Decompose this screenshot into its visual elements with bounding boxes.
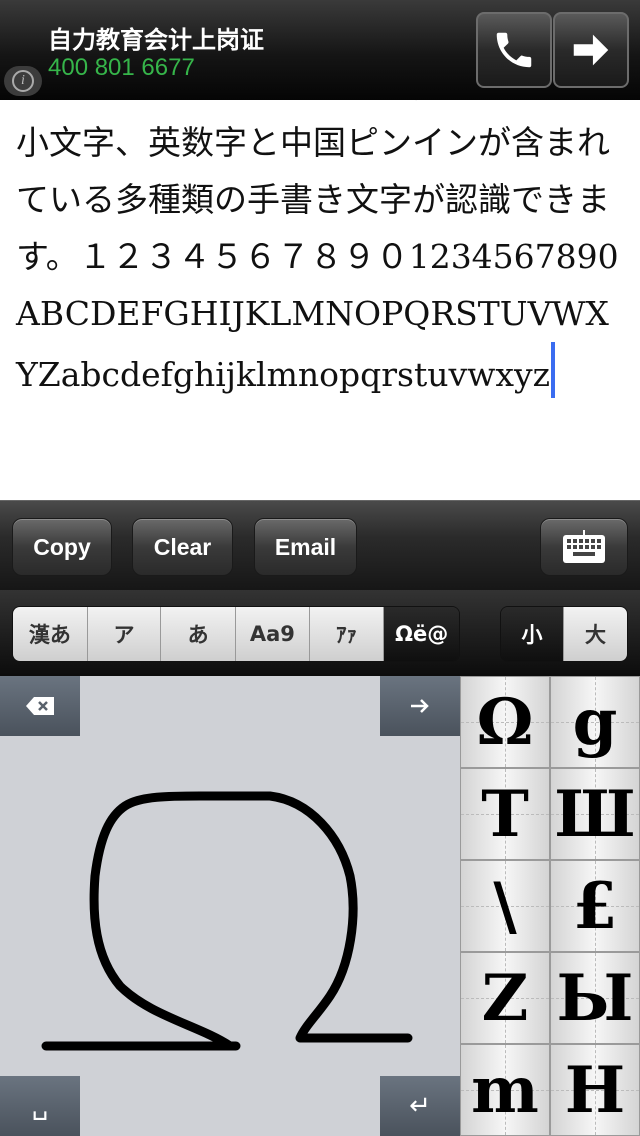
recognized-text[interactable]: 仮名、平仮名、片仮名、半角カタカナ、小文字、英数字と中国ピンインが含まれている多… <box>16 100 626 403</box>
candidate-cell[interactable]: Ш <box>550 768 640 860</box>
handwriting-pad[interactable]: ␣ ↵ <box>0 676 460 1136</box>
candidate-cell[interactable]: Z <box>460 952 550 1044</box>
email-button[interactable]: Email <box>254 518 357 576</box>
arrow-right-icon <box>573 34 609 66</box>
size-large[interactable]: 大 <box>564 607 627 661</box>
phone-icon <box>496 32 532 68</box>
mode-symbols[interactable]: Ωë@ <box>384 607 459 661</box>
mode-halfwidth-katakana[interactable]: ｱｧ <box>309 607 385 661</box>
size-selector: 小 大 <box>500 606 628 662</box>
mode-hiragana[interactable]: あ <box>161 607 237 661</box>
mode-kanji-hiragana[interactable]: 漢あ <box>13 607 88 661</box>
keyboard-button[interactable] <box>540 518 628 576</box>
action-toolbar: Copy Clear Email <box>0 500 640 590</box>
candidate-cell[interactable]: Ω <box>460 676 550 768</box>
call-button[interactable] <box>476 12 552 88</box>
candidate-cell[interactable]: Ы <box>550 952 640 1044</box>
input-mode-bar: 漢あ ア あ Aa9 ｱｧ Ωë@ 小 大 <box>0 590 640 676</box>
info-icon[interactable]: i <box>4 66 42 96</box>
candidate-list: Ω g T Ш \ £ Z Ы m H <box>460 676 640 1136</box>
keyboard-icon <box>563 530 605 563</box>
candidate-cell[interactable]: \ <box>460 860 550 952</box>
handwriting-stroke <box>41 791 413 1051</box>
candidate-cell[interactable]: m <box>460 1044 550 1136</box>
clear-button[interactable]: Clear <box>132 518 233 576</box>
candidate-cell[interactable]: H <box>550 1044 640 1136</box>
mode-alphanumeric[interactable]: Aa9 <box>236 607 310 661</box>
script-mode-selector: 漢あ ア あ Aa9 ｱｧ Ωë@ <box>12 606 460 662</box>
candidate-cell[interactable]: g <box>550 676 640 768</box>
text-editor[interactable]: 仮名、平仮名、片仮名、半角カタカナ、小文字、英数字と中国ピンインが含まれている多… <box>0 100 640 500</box>
ad-phone-number: 400 801 6677 <box>48 54 195 81</box>
copy-button[interactable]: Copy <box>12 518 112 576</box>
go-button[interactable] <box>553 12 629 88</box>
text-caret <box>551 342 555 398</box>
size-small[interactable]: 小 <box>501 607 565 661</box>
ad-title: 自力教育会计上岗证 <box>48 26 264 54</box>
ad-banner[interactable]: 自力教育会计上岗证 400 801 6677 i <box>0 0 640 100</box>
mode-katakana[interactable]: ア <box>87 607 162 661</box>
candidate-cell[interactable]: £ <box>550 860 640 952</box>
candidate-cell[interactable]: T <box>460 768 550 860</box>
